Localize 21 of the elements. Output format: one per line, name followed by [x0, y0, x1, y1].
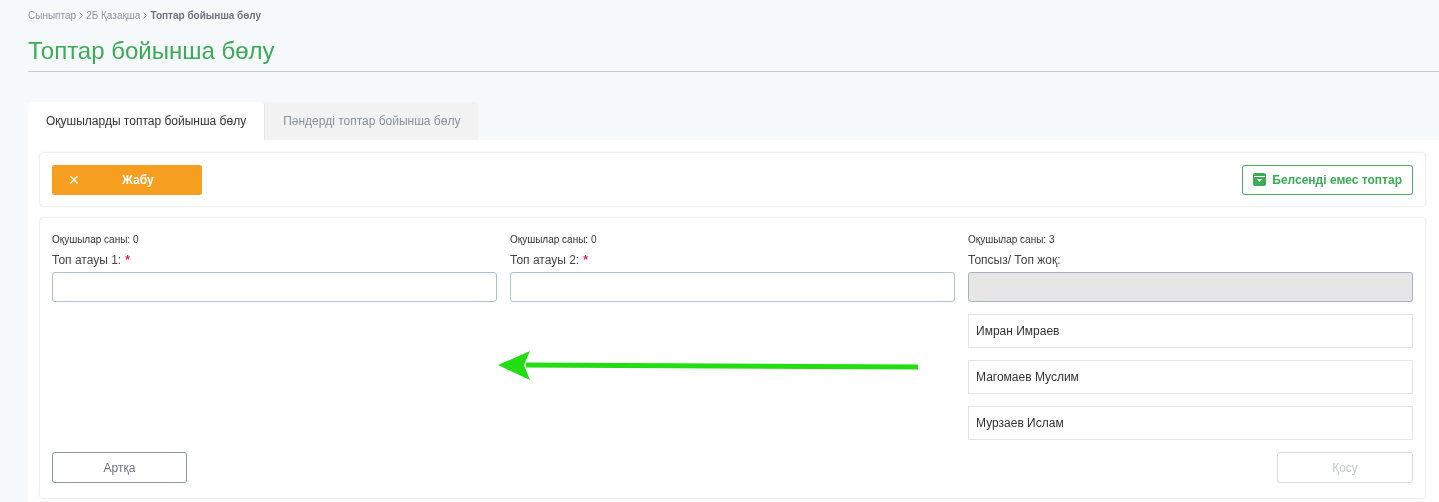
field-label: Топсыз/ Топ жоқ: [968, 252, 1061, 267]
input-field[interactable] [510, 272, 955, 302]
required-mark: * [583, 252, 588, 267]
required-mark: * [125, 252, 130, 267]
student-count: Оқушылар саны: 0 [510, 233, 598, 246]
input-field[interactable] [52, 272, 497, 302]
tab[interactable]: Оқушыларды топтар бойынша бөлу [28, 102, 265, 140]
page-title: Топтар бойынша бөлу [28, 36, 276, 66]
field-label: Топ атауы 2: [510, 252, 580, 267]
close-button[interactable]: × Жабу [52, 164, 202, 195]
chevron-icon [143, 11, 148, 19]
archive-icon [1253, 173, 1267, 186]
student-count: Оқушылар саны: 0 [52, 233, 140, 246]
breadcrumb-current: Топтар бойынша бөлу [150, 8, 262, 23]
student-count: Оқушылар саны: 3 [968, 233, 1056, 246]
breadcrumb-link[interactable]: 2Б Қазақша [86, 7, 141, 23]
chevron-icon [79, 11, 84, 19]
back-button[interactable]: Артқа [52, 452, 187, 483]
breadcrumb-link[interactable]: Сыныптар [28, 7, 77, 23]
tab[interactable]: Пәндерді топтар бойынша бөлу [264, 102, 479, 140]
field-label: Топ атауы 1: [52, 252, 122, 267]
